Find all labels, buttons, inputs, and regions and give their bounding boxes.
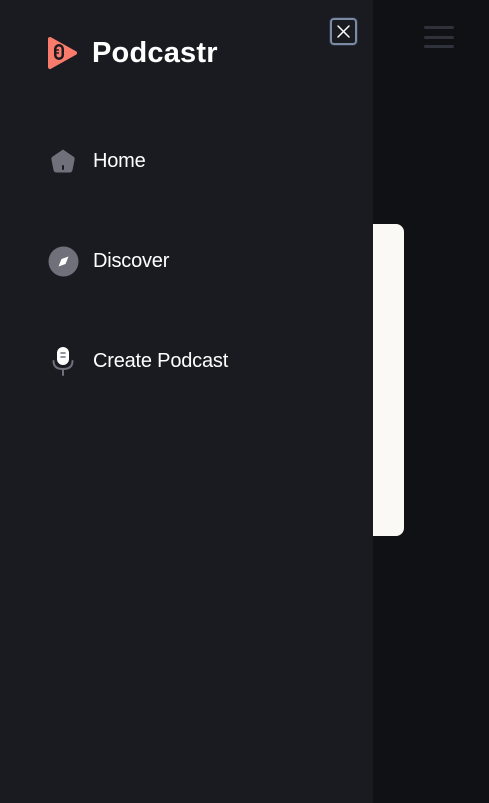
podcastr-logo-icon <box>48 37 77 69</box>
sidebar-item-create-podcast[interactable]: Create Podcast <box>47 345 228 377</box>
close-button[interactable] <box>330 18 357 45</box>
sidebar-item-label: Discover <box>93 250 170 272</box>
hamburger-line <box>424 45 454 48</box>
hamburger-line <box>424 35 454 39</box>
sidebar-item-home[interactable]: Home <box>47 145 146 177</box>
sidebar-item-label: Create Podcast <box>93 350 229 372</box>
sidebar-item-discover[interactable]: Discover <box>47 245 169 277</box>
app-name: Podcastr <box>92 37 218 69</box>
close-icon <box>337 25 350 38</box>
hamburger-menu-icon[interactable] <box>424 24 454 50</box>
sidebar-item-label: Home <box>93 150 146 172</box>
navigation-drawer: Podcastr Home Discover Create Podcast <box>0 0 373 803</box>
compass-icon <box>47 245 79 277</box>
home-icon <box>47 145 79 177</box>
microphone-icon <box>47 345 79 377</box>
hamburger-line <box>424 26 454 29</box>
app-logo[interactable]: Podcastr <box>46 36 218 70</box>
app-screen: Podcastr Home Discover Create Podcast <box>0 0 489 803</box>
